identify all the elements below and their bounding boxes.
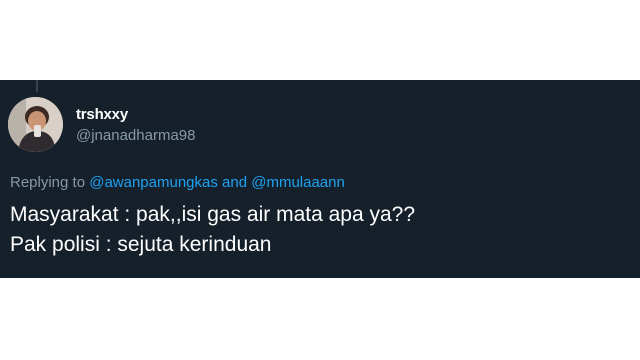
display-name[interactable]: trshxxy — [76, 106, 195, 124]
tweet-body: Masyarakat : pak,,isi gas air mata apa y… — [10, 200, 415, 260]
screenshot-page: trshxxy @jnanadharma98 Replying to @awan… — [0, 0, 640, 360]
tweet-text-line: Masyarakat : pak,,isi gas air mata apa y… — [10, 203, 416, 226]
user-handle[interactable]: @jnanadharma98 — [76, 126, 195, 146]
tweet-text-line: Pak polisi : sejuta kerinduan — [10, 233, 272, 256]
tweet-card[interactable]: trshxxy @jnanadharma98 Replying to @awan… — [0, 80, 640, 278]
mention-link-mmulaaann[interactable]: @mmulaaann — [251, 174, 345, 191]
thread-connector-line — [36, 80, 38, 92]
mention-connector: and — [222, 174, 248, 191]
user-photo-icon — [8, 97, 63, 152]
mention-link-awanpamungkas[interactable]: @awanpamungkas — [89, 174, 218, 191]
replying-to-line: Replying to @awanpamungkas and @mmulaaan… — [10, 173, 345, 193]
replying-to-label: Replying to — [10, 174, 86, 191]
avatar[interactable] — [8, 97, 63, 152]
author-info: trshxxy @jnanadharma98 — [76, 106, 195, 146]
